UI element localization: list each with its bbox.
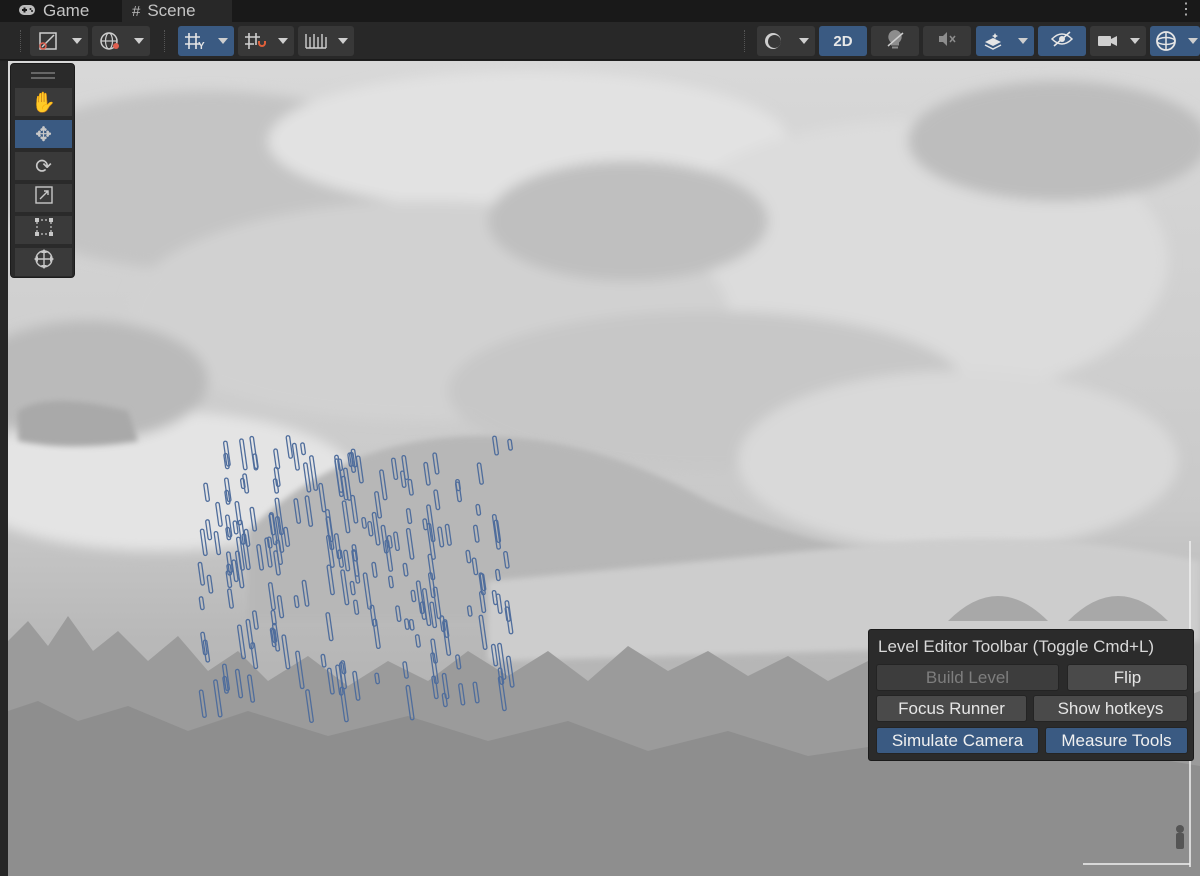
hand-tool-button[interactable]: ✋ xyxy=(15,88,72,116)
lightbulb-icon xyxy=(884,28,906,54)
tab-game[interactable]: Game xyxy=(18,0,89,22)
scene-visibility-toggle[interactable] xyxy=(1038,26,1086,56)
show-hotkeys-button[interactable]: Show hotkeys xyxy=(1033,695,1188,722)
particle-streak xyxy=(197,561,206,586)
simulate-camera-button[interactable]: Simulate Camera xyxy=(876,727,1039,754)
shading-mode-dropdown[interactable] xyxy=(757,26,815,56)
transform-icon xyxy=(33,248,55,276)
focus-runner-button[interactable]: Focus Runner xyxy=(876,695,1027,722)
scene-toolbar: Y 2D xyxy=(0,22,1200,60)
chevron-down-icon xyxy=(1130,38,1140,44)
scale-icon xyxy=(34,185,54,211)
toolbar-separator xyxy=(20,30,22,52)
audio-toggle[interactable] xyxy=(923,26,971,56)
scale-tool-button[interactable] xyxy=(15,184,72,212)
build-level-button: Build Level xyxy=(876,664,1059,691)
transform-tool-button[interactable] xyxy=(15,248,72,276)
tab-scene-label: Scene xyxy=(147,1,196,20)
particle-streak xyxy=(408,618,415,631)
overlay-grip[interactable] xyxy=(31,77,55,79)
mute-icon xyxy=(936,29,958,53)
draw-mode-icon xyxy=(38,31,58,55)
level-editor-toolbar: Level Editor Toolbar (Toggle Cmd+L) Buil… xyxy=(868,629,1194,761)
layers-effects-icon xyxy=(983,31,1005,55)
grid-snap-toggle[interactable]: Y xyxy=(178,26,234,56)
chevron-down-icon xyxy=(1018,38,1028,44)
particle-streak xyxy=(372,618,381,650)
particle-streak xyxy=(198,596,205,611)
snap-increment-dropdown[interactable] xyxy=(238,26,294,56)
window-edge xyxy=(0,61,8,876)
sphere-shading-icon xyxy=(763,31,785,55)
camera-icon xyxy=(1097,32,1119,54)
rotate-tool-button[interactable]: ⟳ xyxy=(15,152,72,180)
unity-editor-window: Game # Scene ⋮ Y 2D ✋ ✥ ⟳ Level Editor T… xyxy=(0,0,1200,876)
camera-settings-dropdown[interactable] xyxy=(1090,26,1146,56)
ruler-grid-dropdown[interactable] xyxy=(298,26,354,56)
mode-2d-toggle[interactable]: 2D xyxy=(819,26,867,56)
eye-hidden-icon xyxy=(1050,29,1074,53)
rect-transform-icon xyxy=(33,216,55,244)
ruler-icon xyxy=(304,32,328,54)
toolbar-separator xyxy=(744,30,746,52)
overlay-grip[interactable] xyxy=(31,72,55,74)
rect-tool-button[interactable] xyxy=(15,216,72,244)
lighting-toggle[interactable] xyxy=(871,26,919,56)
draw-mode-dropdown[interactable] xyxy=(30,26,88,56)
particle-streak xyxy=(206,574,214,594)
tab-game-label: Game xyxy=(43,1,90,20)
rotate-icon: ⟳ xyxy=(35,155,52,178)
chevron-down-icon xyxy=(799,38,809,44)
grid-y-icon: Y xyxy=(184,31,208,55)
globe-icon xyxy=(99,31,121,55)
chevron-down-icon xyxy=(134,38,144,44)
effects-dropdown[interactable] xyxy=(976,26,1034,56)
particle-streak xyxy=(281,634,291,670)
chevron-down-icon xyxy=(278,38,288,44)
tab-bar: Game # Scene ⋮ xyxy=(0,0,1200,22)
hand-icon: ✋ xyxy=(31,91,56,114)
move-arrows-icon: ✥ xyxy=(35,123,52,146)
hash-icon: # xyxy=(132,2,141,20)
toolbar-separator xyxy=(164,30,166,52)
move-tool-button[interactable]: ✥ xyxy=(15,120,72,148)
particle-streak xyxy=(414,634,421,648)
particle-streak xyxy=(442,620,452,656)
snap-grid-magnet-icon xyxy=(244,31,268,55)
particle-streak xyxy=(320,653,327,668)
svg-text:Y: Y xyxy=(198,41,205,51)
tools-overlay: ✋ ✥ ⟳ xyxy=(10,63,75,278)
flip-button[interactable]: Flip xyxy=(1067,664,1188,691)
gamepad-icon xyxy=(18,3,36,20)
level-editor-title: Level Editor Toolbar (Toggle Cmd+L) xyxy=(878,637,1155,656)
particle-streak xyxy=(226,588,234,609)
tab-scene[interactable]: # Scene xyxy=(122,0,232,22)
chevron-down-icon xyxy=(1188,38,1198,44)
player-marker xyxy=(1176,825,1184,849)
particle-streak xyxy=(245,618,254,650)
chevron-down-icon xyxy=(72,38,82,44)
global-local-dropdown[interactable] xyxy=(92,26,150,56)
gizmo-sphere-icon xyxy=(1154,30,1178,56)
mode-2d-label: 2D xyxy=(833,32,853,50)
measure-tools-button[interactable]: Measure Tools xyxy=(1045,727,1188,754)
gizmos-dropdown[interactable] xyxy=(1150,26,1200,56)
more-options-icon[interactable]: ⋮ xyxy=(1178,0,1194,20)
chevron-down-icon xyxy=(218,38,228,44)
chevron-down-icon xyxy=(338,38,348,44)
